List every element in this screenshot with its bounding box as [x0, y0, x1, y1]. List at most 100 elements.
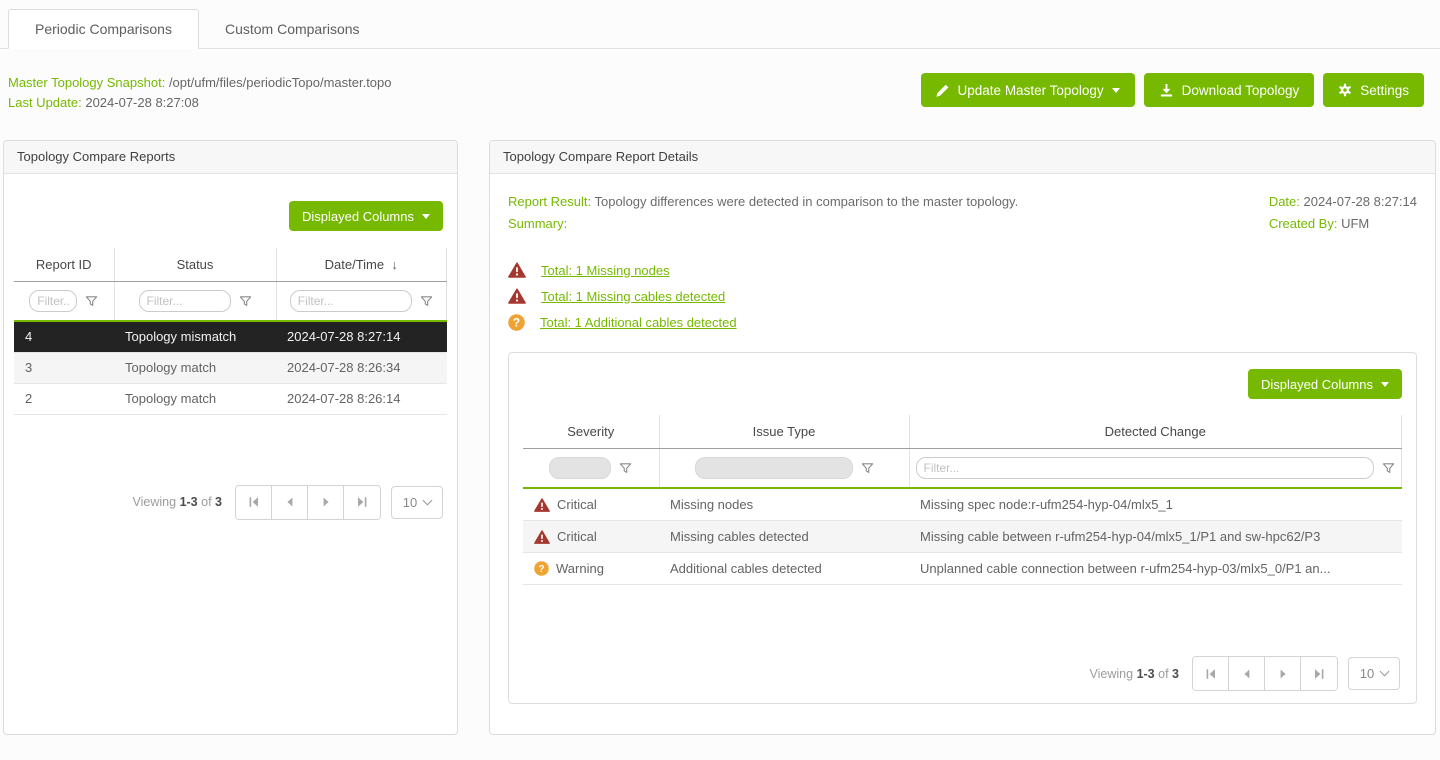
prev-page-button[interactable]: [1229, 657, 1265, 690]
filter-funnel-icon[interactable]: [85, 295, 98, 308]
download-topology-button[interactable]: Download Topology: [1144, 73, 1315, 107]
report-id-filter-input[interactable]: [29, 290, 77, 312]
gear-icon: [1338, 83, 1352, 97]
next-page-icon: [320, 496, 332, 508]
filter-funnel-icon[interactable]: [619, 462, 632, 475]
issue-type-value: Missing nodes: [659, 488, 909, 521]
column-header-report-id[interactable]: Report ID: [14, 248, 114, 282]
detected-change-filter-input[interactable]: [916, 457, 1375, 479]
report-id-cell: 4: [14, 321, 114, 352]
summary-link[interactable]: Total: 1 Missing cables detected: [541, 289, 725, 304]
last-page-icon: [1313, 668, 1325, 680]
summary-label: Summary:: [508, 216, 567, 231]
prev-page-button[interactable]: [272, 486, 308, 519]
critical-warning-icon: [508, 262, 526, 278]
status-filter-input[interactable]: [139, 290, 231, 312]
created-by-label: Created By:: [1269, 216, 1338, 231]
filter-funnel-icon[interactable]: [1382, 462, 1395, 475]
severity-filter-input: [549, 457, 611, 479]
reports-filter-row: [14, 282, 447, 322]
details-table: Severity Issue Type Detected Change: [523, 415, 1402, 585]
prev-page-icon: [284, 496, 296, 508]
last-update-label: Last Update:: [8, 95, 82, 110]
topology-compare-report-details-panel: Topology Compare Report Details Report R…: [489, 140, 1436, 735]
main-content: Topology Compare Reports Displayed Colum…: [3, 140, 1436, 735]
column-header-severity[interactable]: Severity: [523, 415, 659, 449]
master-topology-info: Master Topology Snapshot: /opt/ufm/files…: [8, 73, 392, 113]
issue-type-value: Missing cables detected: [659, 521, 909, 553]
column-header-date-time[interactable]: Date/Time ↓: [276, 248, 447, 282]
download-topology-label: Download Topology: [1182, 83, 1300, 98]
update-master-topology-label: Update Master Topology: [958, 83, 1104, 98]
svg-text:?: ?: [513, 318, 520, 330]
report-status-cell: Topology mismatch: [114, 321, 276, 352]
detected-change-value: Missing cable between r-ufm254-hyp-04/ml…: [909, 521, 1402, 553]
last-page-button[interactable]: [1301, 657, 1337, 690]
next-page-button[interactable]: [308, 486, 344, 519]
report-status-cell: Topology match: [114, 383, 276, 414]
summary-item-missing-cables: Total: 1 Missing cables detected: [508, 288, 1417, 304]
report-result-label: Report Result:: [508, 194, 591, 209]
update-master-topology-button[interactable]: Update Master Topology: [921, 73, 1135, 107]
settings-button[interactable]: Settings: [1323, 73, 1424, 107]
pencil-icon: [936, 83, 950, 97]
report-date-cell: 2024-07-28 8:26:34: [276, 352, 447, 383]
chevron-down-icon: [1381, 382, 1389, 387]
next-page-button[interactable]: [1265, 657, 1301, 690]
summary-item-additional-cables: ? Total: 1 Additional cables detected: [508, 314, 1417, 331]
details-displayed-columns-button[interactable]: Displayed Columns: [1248, 369, 1402, 399]
chevron-down-icon: [423, 495, 433, 505]
page-size-select[interactable]: 10: [391, 486, 443, 519]
report-row-3[interactable]: 3 Topology match 2024-07-28 8:26:34: [14, 352, 447, 383]
issue-row-missing-cables[interactable]: Critical Missing cables detected Missing…: [523, 521, 1402, 553]
report-id-cell: 3: [14, 352, 114, 383]
severity-value: Critical: [557, 497, 597, 512]
last-page-button[interactable]: [344, 486, 380, 519]
created-by-value: UFM: [1341, 216, 1369, 231]
first-page-button[interactable]: [1193, 657, 1229, 690]
tab-custom-comparisons[interactable]: Custom Comparisons: [199, 10, 386, 48]
master-topology-path: /opt/ufm/files/periodicTopo/master.topo: [169, 75, 392, 90]
summary-link[interactable]: Total: 1 Additional cables detected: [540, 315, 737, 330]
severity-value: Warning: [556, 561, 604, 576]
download-icon: [1159, 83, 1174, 98]
top-bar: Master Topology Snapshot: /opt/ufm/files…: [0, 49, 1440, 113]
report-row-4[interactable]: 4 Topology mismatch 2024-07-28 8:27:14: [14, 321, 447, 352]
question-warning-icon: ?: [534, 561, 549, 576]
details-filter-row: [523, 449, 1402, 489]
settings-label: Settings: [1360, 83, 1409, 98]
chevron-down-icon: [1380, 667, 1390, 677]
summary-link[interactable]: Total: 1 Missing nodes: [541, 263, 670, 278]
displayed-columns-label: Displayed Columns: [1261, 377, 1373, 392]
tab-label: Custom Comparisons: [225, 21, 360, 37]
page-size-select[interactable]: 10: [1348, 657, 1400, 690]
report-status-cell: Topology match: [114, 352, 276, 383]
displayed-columns-label: Displayed Columns: [302, 209, 414, 224]
first-page-icon: [248, 496, 260, 508]
issue-type-filter-input: [695, 457, 853, 479]
summary-item-missing-nodes: Total: 1 Missing nodes: [508, 262, 1417, 278]
details-table-header: Severity Issue Type Detected Change: [523, 415, 1402, 449]
column-header-detected-change[interactable]: Detected Change: [909, 415, 1402, 449]
tab-periodic-comparisons[interactable]: Periodic Comparisons: [8, 9, 199, 49]
filter-funnel-icon[interactable]: [420, 295, 433, 308]
reports-displayed-columns-button[interactable]: Displayed Columns: [289, 201, 443, 231]
issue-type-value: Additional cables detected: [659, 553, 909, 585]
filter-funnel-icon[interactable]: [861, 462, 874, 475]
topology-compare-reports-panel: Topology Compare Reports Displayed Colum…: [3, 140, 458, 735]
report-date-cell: 2024-07-28 8:27:14: [276, 321, 447, 352]
date-value: 2024-07-28 8:27:14: [1304, 194, 1417, 209]
question-warning-icon: ?: [508, 314, 525, 331]
column-header-status[interactable]: Status: [114, 248, 276, 282]
summary-list: Total: 1 Missing nodes Total: 1 Missing …: [508, 262, 1417, 331]
issue-row-additional-cables[interactable]: ? Warning Additional cables detected Unp…: [523, 553, 1402, 585]
viewing-text: Viewing 1-3 of 3: [1090, 667, 1179, 681]
detected-change-value: Unplanned cable connection between r-ufm…: [909, 553, 1402, 585]
column-header-issue-type[interactable]: Issue Type: [659, 415, 909, 449]
topology-actions: Update Master Topology Download Topology…: [921, 73, 1424, 107]
report-row-2[interactable]: 2 Topology match 2024-07-28 8:26:14: [14, 383, 447, 414]
first-page-button[interactable]: [236, 486, 272, 519]
issue-row-missing-nodes[interactable]: Critical Missing nodes Missing spec node…: [523, 488, 1402, 521]
filter-funnel-icon[interactable]: [239, 295, 252, 308]
date-filter-input[interactable]: [290, 290, 412, 312]
